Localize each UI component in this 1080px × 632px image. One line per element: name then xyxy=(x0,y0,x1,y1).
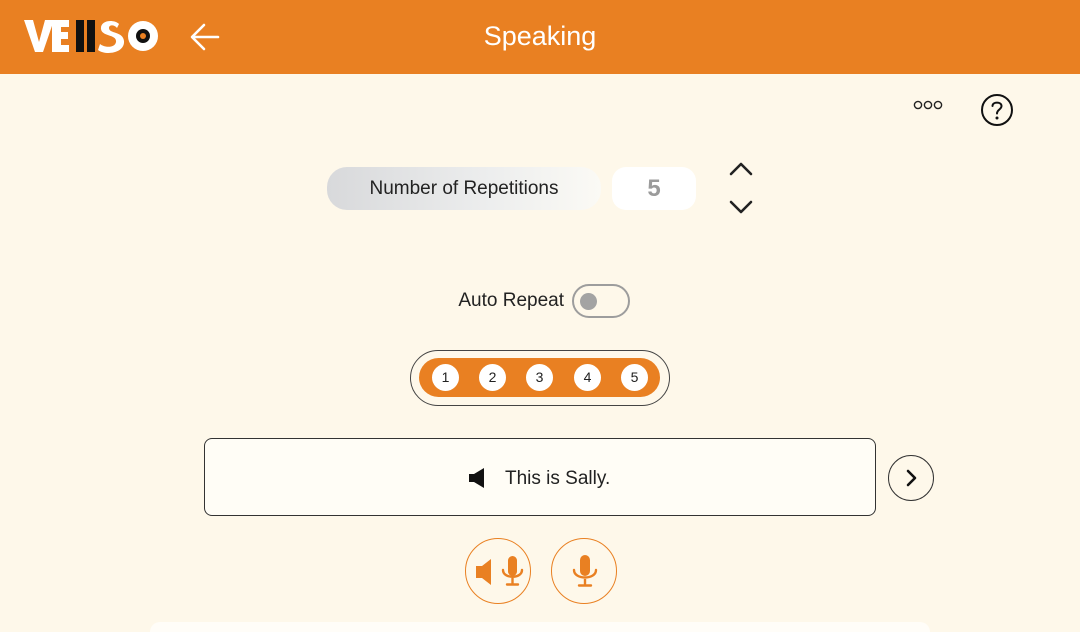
repetition-steps-track: 1 2 3 4 5 xyxy=(419,358,660,397)
auto-repeat-toggle[interactable] xyxy=(572,284,630,318)
app-header: Speaking xyxy=(0,0,1080,74)
speaker-mic-icon xyxy=(476,556,524,586)
chevron-down-icon xyxy=(729,200,753,214)
next-sentence-button[interactable] xyxy=(888,455,934,501)
page-title: Speaking xyxy=(483,21,597,51)
question-circle-icon xyxy=(981,94,1013,126)
sentence-card: This is Sally. xyxy=(204,438,876,516)
repetitions-label: Number of Repetitions xyxy=(327,167,601,210)
step-4[interactable]: 4 xyxy=(574,364,601,391)
sentence-text: This is Sally. xyxy=(505,468,611,489)
decrease-repetitions-button[interactable] xyxy=(726,196,756,218)
speaker-icon[interactable] xyxy=(467,467,489,489)
increase-repetitions-button[interactable] xyxy=(726,158,756,180)
auto-repeat-label: Auto Repeat xyxy=(458,290,564,311)
listen-and-record-button[interactable] xyxy=(465,538,531,604)
record-button[interactable] xyxy=(551,538,617,604)
chevron-up-icon xyxy=(729,162,753,176)
more-options-button[interactable] xyxy=(908,92,948,118)
repetition-steps: 1 2 3 4 5 xyxy=(410,350,670,406)
toggle-knob xyxy=(580,293,597,310)
more-dots-icon xyxy=(913,100,943,110)
step-5[interactable]: 5 xyxy=(621,364,648,391)
results-panel xyxy=(150,622,930,632)
mic-icon xyxy=(572,555,598,587)
step-2[interactable]: 2 xyxy=(479,364,506,391)
chevron-right-icon xyxy=(906,469,917,487)
step-1[interactable]: 1 xyxy=(432,364,459,391)
step-3[interactable]: 3 xyxy=(526,364,553,391)
repetitions-value[interactable]: 5 xyxy=(612,167,696,210)
help-button[interactable] xyxy=(980,93,1014,127)
